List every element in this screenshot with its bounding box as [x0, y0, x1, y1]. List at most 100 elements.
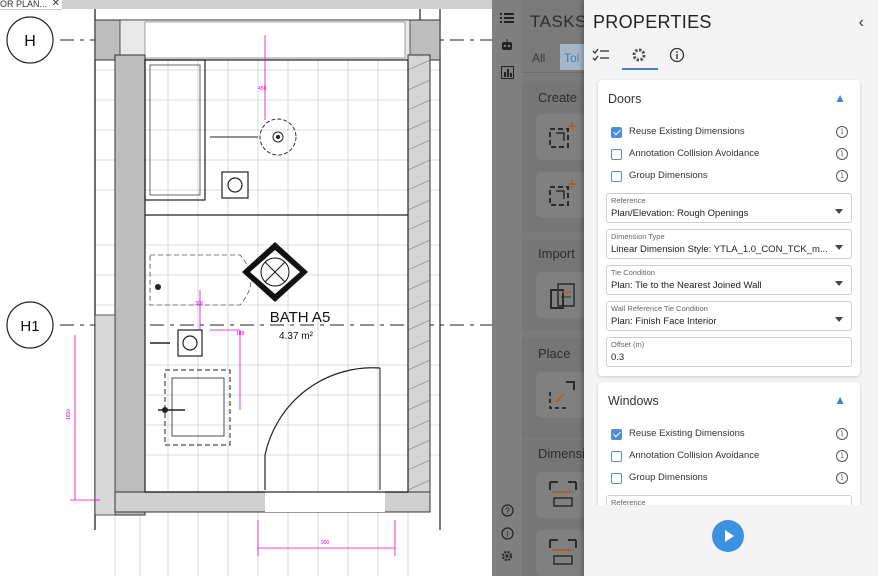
tab-all[interactable]: All — [532, 51, 545, 65]
checkbox-label: Group Dimensions — [629, 472, 708, 483]
field-value: Linear Dimension Style: YTLA_1.0_CON_TCK… — [611, 244, 828, 255]
section-dimensions: Dimensi — [522, 440, 584, 576]
checkbox-unchecked-icon[interactable] — [611, 451, 622, 462]
info-icon[interactable]: i — [836, 428, 848, 440]
dropdown-arrow-icon[interactable] — [835, 317, 843, 322]
doors-collision-checkbox[interactable]: Annotation Collision Avoidance i — [611, 148, 878, 164]
field-value: Plan: Tie to the Nearest Joined Wall — [611, 280, 762, 291]
svg-text:i: i — [506, 529, 509, 538]
checkbox-label: Annotation Collision Avoidance — [629, 148, 760, 159]
section-place-label: Place — [538, 346, 571, 361]
info-icon[interactable]: i — [499, 525, 515, 541]
properties-tabs — [584, 40, 878, 70]
properties-panel: PROPERTIES ‹ Doors ▲ Reuse Existing Dime… — [584, 0, 878, 576]
create-dimension-icon — [549, 180, 576, 206]
reference-select[interactable]: Reference Plan/Elevation: Rough Openings — [606, 193, 852, 223]
windows-header: Windows — [608, 394, 659, 408]
settings-gear-icon — [632, 48, 646, 62]
dimension-task-card-1[interactable] — [536, 472, 584, 518]
field-caption: Dimension Type — [611, 232, 665, 241]
doors-collapse-chevron-icon[interactable]: ▲ — [834, 91, 846, 105]
windows-group-checkbox[interactable]: Group Dimensions i — [611, 472, 878, 488]
svg-text:1650: 1650 — [66, 409, 72, 420]
svg-text:?: ? — [505, 506, 510, 515]
section-import-label: Import — [538, 246, 575, 261]
tasks-title: TASKS — [530, 12, 584, 31]
svg-text:188: 188 — [236, 331, 245, 337]
section-dimensions-label: Dimensi — [538, 446, 584, 461]
windows-panel: Windows ▲ Reuse Existing Dimensions i An… — [598, 382, 860, 525]
checkbox-unchecked-icon[interactable] — [611, 149, 622, 160]
svg-text:900: 900 — [321, 540, 330, 546]
collapse-chevron-icon[interactable]: ‹ — [859, 14, 864, 32]
field-caption: Reference — [611, 196, 646, 205]
list-icon[interactable] — [499, 10, 515, 26]
dropdown-arrow-icon[interactable] — [835, 281, 843, 286]
doors-reuse-checkbox[interactable]: Reuse Existing Dimensions i — [611, 126, 878, 142]
checkbox-label: Reuse Existing Dimensions — [629, 126, 745, 137]
section-create-label: Create — [538, 90, 578, 105]
gear-icon[interactable] — [499, 548, 515, 564]
field-value: Plan/Elevation: Rough Openings — [611, 208, 749, 219]
info-icon[interactable]: i — [836, 170, 848, 182]
field-value: 0.3 — [611, 352, 625, 363]
field-caption: Offset (m) — [611, 340, 645, 349]
svg-text:450: 450 — [258, 86, 267, 92]
windows-collapse-chevron-icon[interactable]: ▲ — [834, 393, 846, 407]
info-icon[interactable]: i — [836, 148, 848, 160]
floor-plan-canvas[interactable]: H H1 BATH A5 4.37 m² 450 300 188 1650 90… — [0, 0, 492, 576]
doors-group-checkbox[interactable]: Group Dimensions i — [611, 170, 878, 186]
dropdown-arrow-icon[interactable] — [835, 209, 843, 214]
create-task-card-1[interactable] — [536, 114, 584, 160]
tie-condition-select[interactable]: Tie Condition Plan: Tie to the Nearest J… — [606, 265, 852, 295]
section-place: Place — [522, 338, 584, 438]
dropdown-arrow-icon[interactable] — [835, 245, 843, 250]
checkbox-label: Annotation Collision Avoidance — [629, 450, 760, 461]
active-tab-indicator — [622, 68, 658, 70]
tab-info[interactable] — [666, 44, 688, 66]
room-name-label: BATH A5 — [270, 309, 331, 326]
properties-title: PROPERTIES — [593, 12, 712, 32]
checkbox-unchecked-icon[interactable] — [611, 473, 622, 484]
checkbox-label: Group Dimensions — [629, 170, 708, 181]
place-task-card[interactable] — [536, 372, 584, 418]
windows-collision-checkbox[interactable]: Annotation Collision Avoidance i — [611, 450, 878, 466]
offset-input[interactable]: Offset (m) 0.3 — [606, 337, 852, 367]
wall-reference-select[interactable]: Wall Reference Tie Condition Plan: Finis… — [606, 301, 852, 331]
dimension-task-card-2[interactable] — [536, 530, 584, 576]
svg-text:300: 300 — [195, 301, 204, 307]
doors-panel: Doors ▲ Reuse Existing Dimensions i Anno… — [598, 80, 860, 376]
info-icon[interactable]: i — [836, 472, 848, 484]
run-button[interactable] — [712, 520, 744, 552]
checkbox-label: Reuse Existing Dimensions — [629, 428, 745, 439]
checkbox-unchecked-icon[interactable] — [611, 171, 622, 182]
create-dimension-icon — [549, 122, 576, 148]
windows-reuse-checkbox[interactable]: Reuse Existing Dimensions i — [611, 428, 878, 444]
dimension-icon — [549, 539, 577, 565]
import-task-card[interactable] — [536, 272, 584, 318]
tab-task-list[interactable] — [590, 44, 612, 66]
info-icon[interactable]: i — [836, 126, 848, 138]
robot-icon[interactable] — [499, 37, 515, 53]
checkbox-checked-icon[interactable] — [611, 127, 622, 138]
field-caption: Tie Condition — [611, 268, 655, 277]
dimension-icon — [549, 481, 577, 507]
tab-tools[interactable]: Tol — [560, 44, 584, 70]
create-task-card-2[interactable] — [536, 172, 584, 218]
grid-label-h1: H1 — [20, 318, 39, 335]
place-tag-icon — [549, 381, 575, 409]
checklist-icon — [592, 48, 609, 61]
dimension-type-select[interactable]: Dimension Type Linear Dimension Style: Y… — [606, 229, 852, 259]
tasks-panel: TASKS All Tol Create Import Place Dimens… — [522, 0, 584, 576]
checkbox-checked-icon[interactable] — [611, 429, 622, 440]
tab-settings[interactable] — [628, 44, 650, 66]
chart-icon[interactable] — [499, 64, 515, 80]
help-icon[interactable]: ? — [499, 502, 515, 518]
room-area-label: 4.37 m² — [279, 331, 314, 342]
side-rail: ? i — [492, 0, 522, 576]
section-import: Import — [522, 240, 584, 330]
field-value: Plan: Finish Face Interior — [611, 316, 717, 327]
import-file-icon — [550, 283, 575, 309]
field-caption: Wall Reference Tie Condition — [611, 304, 708, 313]
info-icon[interactable]: i — [836, 450, 848, 462]
